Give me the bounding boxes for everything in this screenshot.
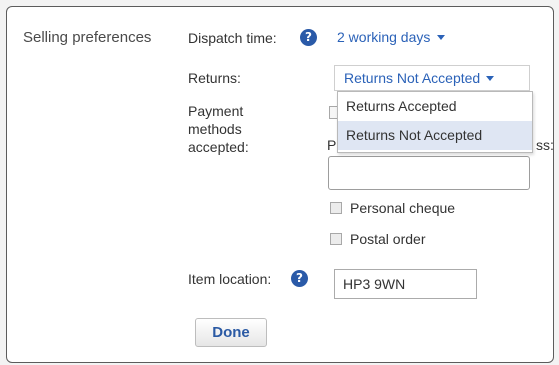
- payment-option-partial-label: P: [327, 137, 337, 153]
- done-button[interactable]: Done: [195, 318, 267, 347]
- postal-order-label: Postal order: [350, 231, 426, 247]
- paypal-email-input[interactable]: [328, 156, 530, 190]
- postal-order-checkbox[interactable]: [330, 233, 342, 245]
- payment-email-partial-label: ss:: [536, 137, 554, 153]
- personal-cheque-checkbox[interactable]: [330, 202, 342, 214]
- dispatch-time-label: Dispatch time:: [188, 30, 277, 46]
- dispatch-time-select[interactable]: 2 working days: [337, 29, 446, 45]
- section-title: Selling preferences: [23, 29, 152, 46]
- returns-option-accepted[interactable]: Returns Accepted: [338, 92, 532, 121]
- selling-preferences-panel: Selling preferences Dispatch time: ? 2 w…: [6, 6, 554, 363]
- dispatch-time-value: 2 working days: [337, 29, 431, 45]
- personal-cheque-label: Personal cheque: [350, 200, 456, 216]
- question-circle-icon[interactable]: ?: [300, 29, 317, 46]
- item-location-input[interactable]: HP3 9WN: [334, 269, 477, 299]
- payment-methods-label: Payment methods accepted:: [188, 103, 249, 155]
- question-circle-icon[interactable]: ?: [291, 270, 308, 287]
- returns-value: Returns Not Accepted: [344, 70, 481, 86]
- returns-select[interactable]: Returns Not Accepted: [334, 65, 530, 91]
- payment-option-personal-cheque[interactable]: Personal cheque: [330, 200, 455, 216]
- payment-option-postal-order[interactable]: Postal order: [330, 231, 425, 247]
- returns-dropdown-menu: Returns Accepted Returns Not Accepted: [337, 91, 533, 153]
- returns-option-not-accepted[interactable]: Returns Not Accepted: [338, 121, 532, 150]
- chevron-down-icon: [437, 35, 446, 40]
- chevron-down-icon: [486, 76, 495, 81]
- item-location-label: Item location:: [188, 271, 272, 287]
- returns-label: Returns:: [188, 70, 241, 86]
